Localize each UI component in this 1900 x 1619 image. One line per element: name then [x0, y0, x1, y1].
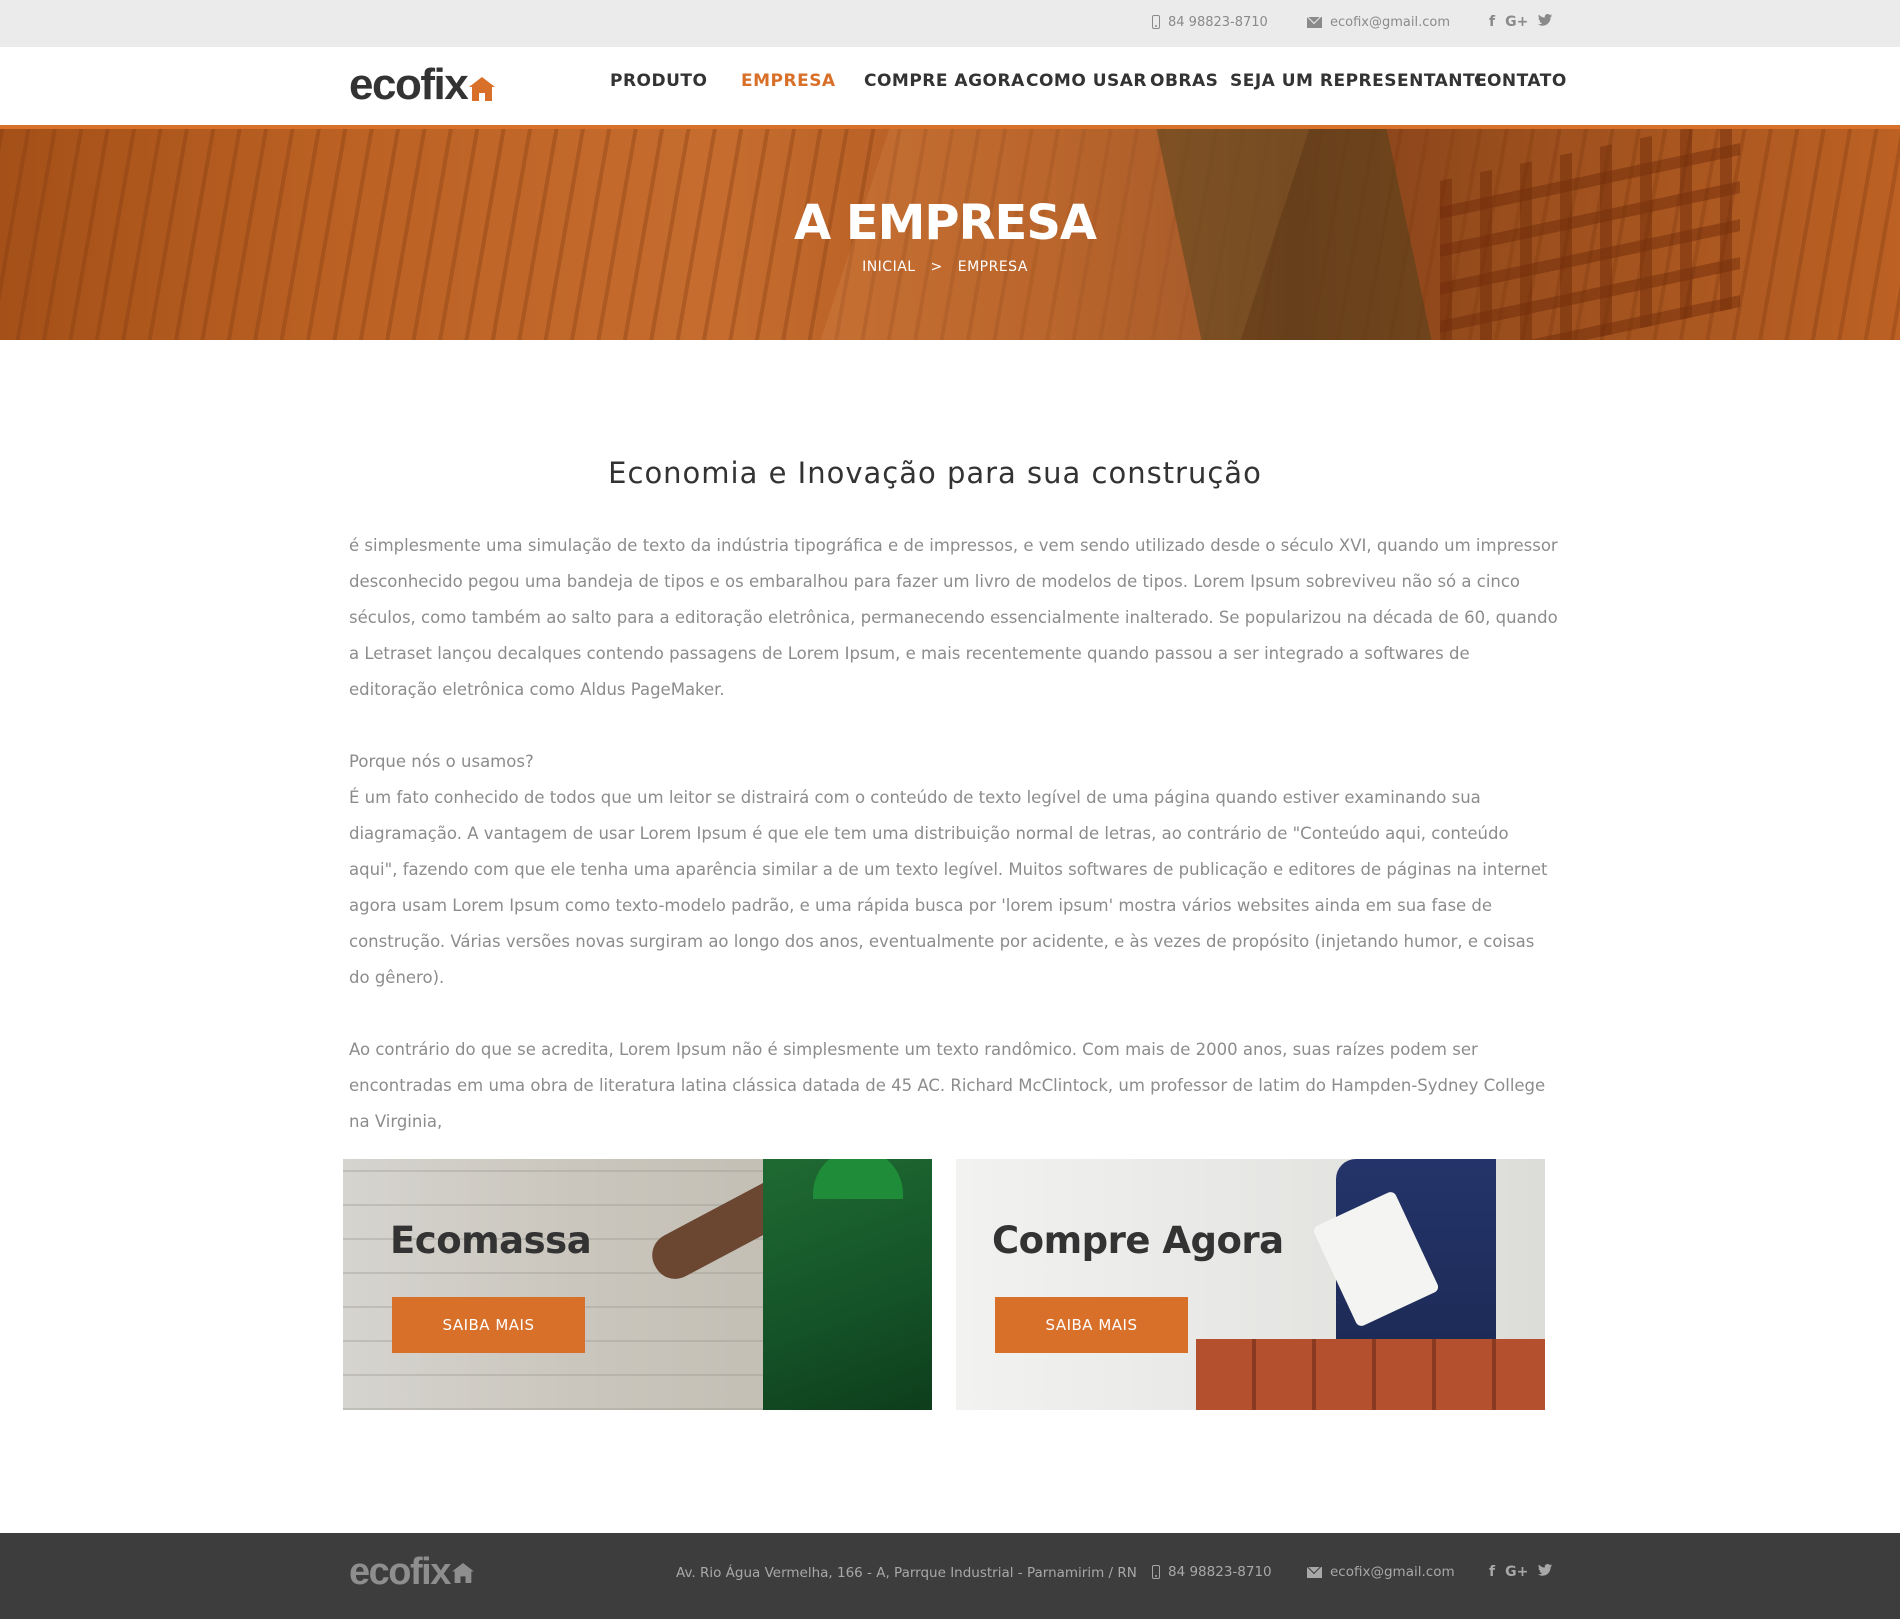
card-compre-agora: Compre Agora SAIBA MAIS: [956, 1159, 1545, 1410]
breadcrumb-separator: >: [930, 259, 943, 275]
site-header: ecofix PRODUTO EMPRESA COMPRE AGORA COMO…: [0, 47, 1900, 129]
card-image-helmet: [813, 1159, 903, 1199]
twitter-icon[interactable]: [1538, 14, 1553, 30]
footer-email[interactable]: ecofix@gmail.com: [1307, 1564, 1455, 1580]
topbar-phone-text: 84 98823-8710: [1168, 14, 1268, 30]
breadcrumb: INICIAL > EMPRESA: [0, 259, 1890, 275]
footer-social: f G+: [1489, 1564, 1553, 1580]
footer-email-text: ecofix@gmail.com: [1330, 1564, 1455, 1580]
topbar-email-text: ecofix@gmail.com: [1330, 14, 1450, 30]
breadcrumb-current: EMPRESA: [957, 259, 1028, 275]
google-plus-icon[interactable]: G+: [1505, 14, 1528, 30]
site-footer: ecofix Av. Rio Água Vermelha, 166 - A, P…: [0, 1533, 1900, 1619]
paragraph: É um fato conhecido de todos que um leit…: [349, 788, 1548, 987]
paragraph: é simplesmente uma simulação de texto da…: [349, 536, 1558, 699]
footer-logo-text: ecofix: [349, 1551, 451, 1593]
main-nav: PRODUTO EMPRESA COMPRE AGORA COMO USAR O…: [0, 71, 1900, 101]
paragraph: Porque nós o usamos?: [349, 752, 534, 771]
nav-contato[interactable]: CONTATO: [1474, 71, 1567, 91]
phone-icon: [1152, 15, 1160, 29]
twitter-icon[interactable]: [1538, 1564, 1553, 1580]
facebook-icon[interactable]: f: [1489, 14, 1495, 30]
body-text: é simplesmente uma simulação de texto da…: [349, 528, 1559, 1140]
saiba-mais-button[interactable]: SAIBA MAIS: [392, 1297, 585, 1353]
nav-empresa[interactable]: EMPRESA: [741, 71, 836, 91]
hero-banner: A EMPRESA INICIAL > EMPRESA: [0, 129, 1900, 340]
card-ecomassa: Ecomassa SAIBA MAIS: [343, 1159, 932, 1410]
topbar-phone[interactable]: 84 98823-8710: [1152, 12, 1268, 32]
nav-seja-um-representante[interactable]: SEJA UM REPRESENTANTE: [1230, 71, 1487, 91]
footer-address: Av. Rio Água Vermelha, 166 - A, Parrque …: [676, 1565, 1137, 1581]
nav-compre-agora[interactable]: COMPRE AGORA: [864, 71, 1025, 91]
breadcrumb-home[interactable]: INICIAL: [862, 259, 916, 275]
facebook-icon[interactable]: f: [1489, 1564, 1495, 1580]
saiba-mais-button[interactable]: SAIBA MAIS: [995, 1297, 1188, 1353]
card-title: Ecomassa: [390, 1219, 592, 1262]
topbar-social: f G+: [1489, 12, 1553, 32]
envelope-icon: [1307, 1566, 1322, 1578]
topbar-email[interactable]: ecofix@gmail.com: [1307, 12, 1450, 32]
footer-phone[interactable]: 84 98823-8710: [1152, 1564, 1272, 1580]
card-image-bricks: [1196, 1339, 1545, 1410]
card-title: Compre Agora: [992, 1219, 1284, 1262]
google-plus-icon[interactable]: G+: [1505, 1564, 1528, 1580]
envelope-icon: [1307, 16, 1322, 28]
nav-como-usar[interactable]: COMO USAR: [1026, 71, 1147, 91]
top-bar: 84 98823-8710 ecofix@gmail.com f G+: [0, 0, 1900, 47]
phone-icon: [1152, 1565, 1160, 1579]
paragraph: Ao contrário do que se acredita, Lorem I…: [349, 1040, 1546, 1131]
house-icon: [451, 1563, 478, 1587]
nav-obras[interactable]: OBRAS: [1150, 71, 1218, 91]
nav-produto[interactable]: PRODUTO: [610, 71, 707, 91]
footer-phone-text: 84 98823-8710: [1168, 1564, 1272, 1580]
footer-logo[interactable]: ecofix: [349, 1553, 478, 1591]
section-title: Economia e Inovação para sua construção: [608, 456, 1262, 491]
page-title: A EMPRESA: [793, 195, 1097, 251]
